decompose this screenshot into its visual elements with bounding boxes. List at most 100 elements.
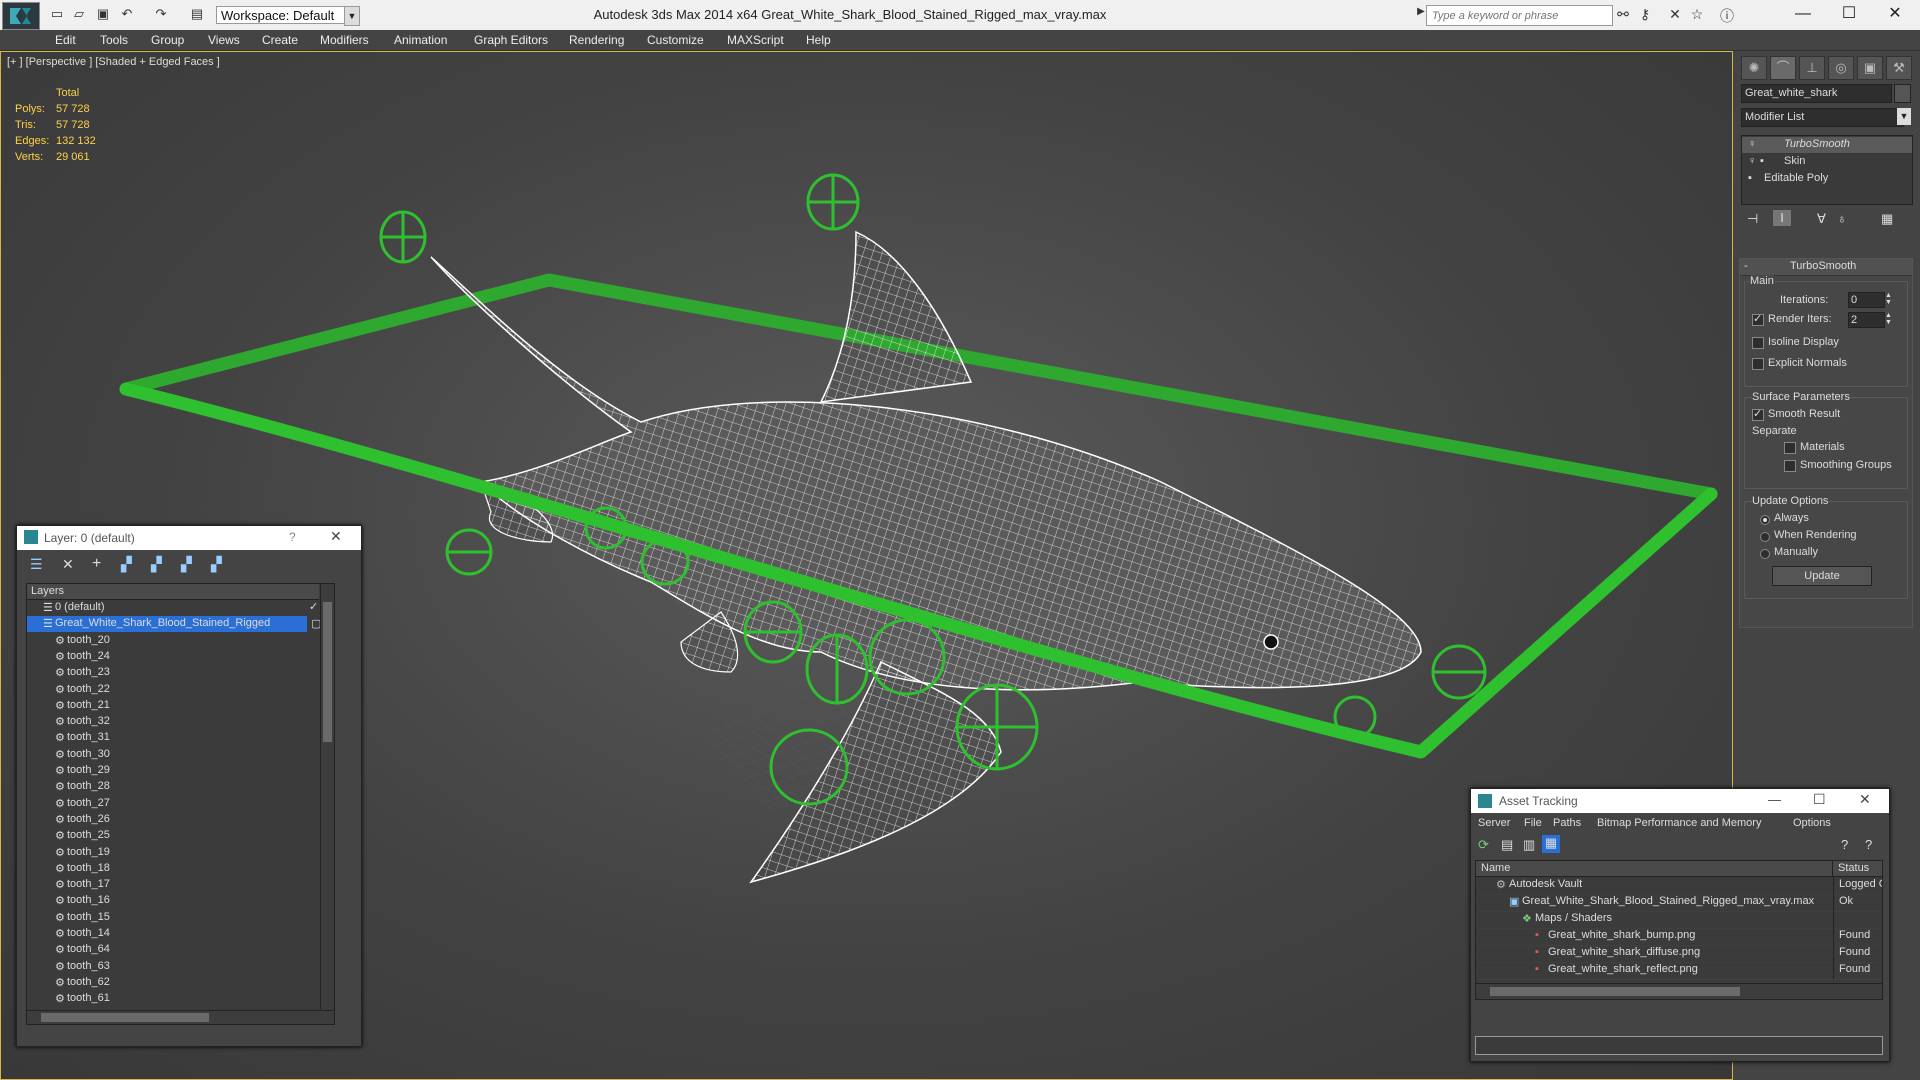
close-icon[interactable]: ✕ (330, 528, 342, 545)
highlight-layer-icon[interactable]: ▞ (151, 556, 162, 573)
maximize-icon[interactable]: ☐ (1813, 791, 1826, 808)
isoline-display-checkbox[interactable] (1752, 337, 1764, 349)
new-layer-icon[interactable]: ☰ (30, 556, 43, 573)
close-icon[interactable]: ✕ (1859, 791, 1871, 808)
layer-row[interactable]: ⚙ tooth_32 (27, 714, 334, 730)
layer-row[interactable]: ⚙ tooth_14 (27, 926, 334, 942)
asset-dialog-titlebar[interactable]: Asset Tracking — ☐ ✕ (1471, 789, 1889, 813)
layer-row[interactable]: ⚙ tooth_19 (27, 845, 334, 861)
asset-row[interactable]: ❖ Maps / Shaders (1477, 911, 1882, 929)
layer-row[interactable]: ⚙ tooth_63 (27, 959, 334, 975)
search-input[interactable] (1427, 6, 1609, 25)
asset-menu-options[interactable]: Options (1793, 817, 1831, 829)
configure-sets-icon[interactable]: ▦ (1881, 211, 1893, 227)
layer-row[interactable]: ⚙ tooth_25 (27, 828, 334, 844)
list-view-icon[interactable]: ▤ (1501, 837, 1513, 853)
menu-graph-editors[interactable]: Graph Editors (474, 33, 548, 47)
tree-view-icon[interactable]: ▥ (1523, 837, 1535, 853)
stack-item-skin[interactable]: ♀ ▪ Skin (1742, 154, 1912, 170)
layer-hscroll-thumb[interactable] (41, 1013, 209, 1022)
layer-dialog-titlebar[interactable]: Layer: 0 (default) ? ✕ (17, 526, 361, 550)
hide-all-icon[interactable]: ▞ (181, 556, 192, 573)
layer-row[interactable]: ☰ Great_White_Shark_Blood_Stained_Rigged ▢ (27, 616, 321, 633)
layer-row[interactable]: ⚙ tooth_26 (27, 812, 334, 828)
layer-row[interactable]: ⚙ tooth_17 (27, 877, 334, 893)
current-layer-check-icon[interactable]: ✓ (309, 600, 318, 613)
asset-row[interactable]: ▪ Great_white_shark_reflect.png Found (1477, 962, 1882, 980)
menu-animation[interactable]: Animation (394, 33, 447, 47)
asset-menu-bitmap[interactable]: Bitmap Performance and Memory (1597, 817, 1761, 829)
render-iters-spinner[interactable]: 2 (1848, 312, 1885, 328)
spinner-arrows-icon[interactable]: ▲ ▼ (1885, 312, 1892, 326)
modify-tab-icon[interactable]: ⌒ (1770, 56, 1796, 80)
modifier-list-dropdown[interactable]: Modifier List (1741, 108, 1904, 127)
add-to-layer-icon[interactable]: + (92, 555, 101, 573)
layer-row[interactable]: ⚙ tooth_64 (27, 942, 334, 958)
layer-row[interactable]: ⚙ tooth_30 (27, 747, 334, 763)
rollout-header[interactable]: - TurboSmooth (1740, 259, 1912, 276)
minimize-icon[interactable]: — (1768, 792, 1781, 807)
layer-row[interactable]: ⚙ tooth_27 (27, 796, 334, 812)
show-end-result-icon[interactable]: I (1773, 210, 1791, 226)
spinner-arrows-icon[interactable]: ▲ ▼ (1885, 292, 1892, 306)
make-unique-icon[interactable]: ∀ (1817, 211, 1826, 227)
key-icon[interactable]: ⚷ (1636, 6, 1654, 24)
menu-create[interactable]: Create (262, 33, 298, 47)
materials-checkbox[interactable] (1784, 442, 1796, 454)
asset-row[interactable]: ▪ Great_white_shark_diffuse.png Found (1477, 945, 1882, 963)
freeze-all-icon[interactable]: ▞ (211, 556, 222, 573)
menu-group[interactable]: Group (151, 33, 184, 47)
menu-modifiers[interactable]: Modifiers (320, 33, 369, 47)
layer-row[interactable]: ⚙ tooth_22 (27, 682, 334, 698)
display-tab-icon[interactable]: ▣ (1857, 56, 1883, 80)
smooth-result-checkbox[interactable] (1752, 407, 1764, 421)
asset-hscrollbar[interactable] (1476, 983, 1882, 999)
menu-rendering[interactable]: Rendering (569, 33, 624, 47)
layer-row[interactable]: ⚙ tooth_18 (27, 861, 334, 877)
asset-row[interactable]: ▣ Great_White_Shark_Blood_Stained_Rigged_… (1477, 894, 1882, 912)
layer-row[interactable]: ⚙ tooth_24 (27, 649, 334, 665)
layer-row[interactable]: ⚙ tooth_31 (27, 730, 334, 746)
menu-customize[interactable]: Customize (647, 33, 704, 47)
create-tab-icon[interactable]: ✺ (1741, 56, 1767, 80)
layer-row[interactable]: ☰ 0 (default) ✓ (27, 600, 334, 616)
layer-vscrollbar[interactable] (320, 584, 334, 1009)
layer-row[interactable]: ⚙ tooth_62 (27, 975, 334, 991)
remove-modifier-icon[interactable]: ♁ (1837, 211, 1847, 226)
when-rendering-radio[interactable] (1760, 532, 1770, 542)
refresh-icon[interactable]: ⟳ (1478, 837, 1489, 853)
asset-table[interactable]: Name Status ⚙ Autodesk Vault Logged C ▣ Grea… (1475, 860, 1883, 1000)
layer-row[interactable]: ⚙ tooth_21 (27, 698, 334, 714)
utilities-tab-icon[interactable]: ⚒ (1886, 56, 1912, 80)
menu-help[interactable]: Help (806, 33, 831, 47)
layer-hscrollbar[interactable] (27, 1010, 333, 1024)
layer-tree-header[interactable]: Layers (27, 584, 319, 600)
layer-row[interactable]: ⚙ tooth_15 (27, 910, 334, 926)
layer-row[interactable]: ⚙ tooth_61 (27, 991, 334, 1007)
delete-layer-icon[interactable]: ✕ (62, 556, 74, 573)
favorites-star-icon[interactable]: ☆ (1688, 6, 1706, 24)
asset-hscroll-thumb[interactable] (1490, 987, 1740, 996)
layer-row[interactable]: ⚙ tooth_20 (27, 633, 334, 649)
help-icon[interactable]: ⓘ (1718, 6, 1736, 24)
minimize-icon[interactable]: — (1780, 2, 1826, 26)
asset-row[interactable]: ⚙ Autodesk Vault Logged C (1477, 877, 1882, 895)
smoothing-groups-checkbox[interactable] (1784, 460, 1796, 472)
exchange-icon[interactable]: ✕ (1666, 6, 1684, 24)
stack-item-editable-poly[interactable]: ▪ Editable Poly (1742, 171, 1912, 187)
manually-radio[interactable] (1760, 549, 1770, 559)
search-box[interactable] (1426, 5, 1613, 26)
layer-row[interactable]: ⚙ tooth_28 (27, 779, 334, 795)
asset-menu-file[interactable]: File (1524, 817, 1542, 829)
hierarchy-tab-icon[interactable]: ⊥ (1799, 56, 1825, 80)
context-help-icon[interactable]: ? (1865, 837, 1872, 852)
layer-row[interactable]: ⚙ tooth_29 (27, 763, 334, 779)
help-icon[interactable]: ? (289, 530, 296, 544)
stack-item-turbosmooth[interactable]: ♀ TurboSmooth (1742, 137, 1912, 153)
table-view-icon[interactable]: ▦ (1542, 835, 1560, 853)
layer-tree[interactable]: Layers ☰ 0 (default) ✓ ☰ Great_White_Shark_B… (26, 583, 335, 1025)
expand-icon[interactable]: ▪ (1760, 155, 1764, 167)
asset-menu-paths[interactable]: Paths (1553, 817, 1581, 829)
collapse-icon[interactable]: - (1744, 260, 1748, 272)
menu-tools[interactable]: Tools (100, 33, 128, 47)
